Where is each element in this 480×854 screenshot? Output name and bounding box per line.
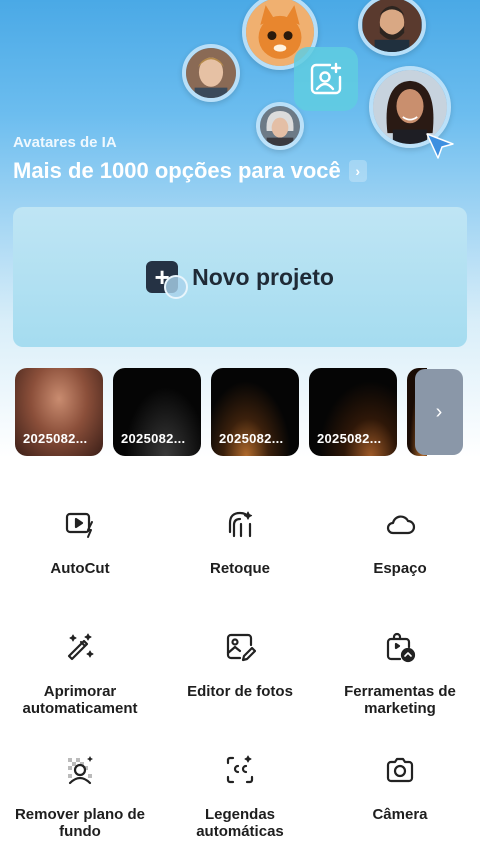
recent-project-thumbnail[interactable]: 2025082...: [15, 368, 103, 456]
recent-projects-list: 2025082... 2025082... 2025082... 2025082…: [15, 368, 480, 456]
old-woman-avatar[interactable]: [256, 102, 304, 150]
banner-title[interactable]: Mais de 1000 opções para você ›: [13, 158, 367, 184]
tool-auto-captions[interactable]: Legendas automáticas: [160, 754, 320, 840]
recent-project-thumbnail[interactable]: 2025082...: [211, 368, 299, 456]
plus-icon: +: [146, 261, 189, 299]
tool-auto-enhance[interactable]: Aprimorar automaticament: [0, 631, 160, 717]
ai-avatar-glyph: [310, 62, 342, 95]
autocut-icon: [65, 512, 93, 538]
banner-subtitle: Avatares de IA: [13, 134, 117, 151]
touch-indicator: [164, 275, 189, 299]
chevron-right-icon: ›: [435, 400, 443, 423]
see-more-projects-button[interactable]: ›: [415, 369, 463, 455]
recent-project-caption: 2025082...: [121, 431, 186, 446]
tool-label: Editor de fotos: [187, 683, 293, 700]
recent-project-caption: 2025082...: [23, 431, 88, 446]
remove-background-icon: [68, 756, 93, 785]
tool-marketing[interactable]: Ferramentas de marketing: [320, 631, 480, 717]
cloud-icon: [386, 515, 416, 535]
man-avatar-image: [186, 48, 236, 98]
tool-label: Aprimorar automaticament: [22, 683, 138, 717]
tool-label: Legendas automáticas: [196, 806, 284, 840]
captions-icon: [226, 755, 254, 784]
bearded-man-avatar-image: [362, 0, 422, 52]
recent-project-thumbnail[interactable]: 2025082...: [309, 368, 397, 456]
man-avatar[interactable]: [182, 44, 240, 102]
new-project-label: Novo projeto: [192, 263, 334, 290]
recent-project-caption: 2025082...: [317, 431, 382, 446]
bearded-man-avatar[interactable]: [358, 0, 426, 56]
tool-label: Câmera: [372, 806, 428, 823]
banner-title-text: Mais de 1000 opções para você: [13, 158, 341, 183]
camera-icon: [386, 757, 414, 783]
tool-autocut[interactable]: AutoCut: [0, 508, 160, 577]
tool-label: Remover plano de fundo: [14, 806, 146, 840]
chevron-right-icon[interactable]: ›: [348, 160, 367, 182]
ai-avatar-icon[interactable]: [294, 47, 358, 111]
tool-label: Ferramentas de marketing: [344, 683, 456, 717]
retouch-icon: [228, 511, 253, 538]
pointer-cursor-icon: [426, 133, 454, 159]
new-project-button[interactable]: + Novo projeto: [13, 207, 467, 347]
marketing-icon: [386, 632, 416, 663]
recent-project-caption: 2025082...: [219, 431, 284, 446]
photo-editor-icon: [226, 633, 256, 662]
tool-remove-background[interactable]: Remover plano de fundo: [0, 754, 160, 840]
tool-label: AutoCut: [50, 560, 110, 577]
tool-space[interactable]: Espaço: [320, 508, 480, 577]
tool-camera[interactable]: Câmera: [320, 754, 480, 823]
old-woman-avatar-image: [260, 106, 300, 146]
recent-project-thumbnail[interactable]: 2025082...: [113, 368, 201, 456]
tool-retouch[interactable]: Retoque: [160, 508, 320, 577]
tool-label: Espaço: [373, 560, 427, 577]
tool-label: Retoque: [210, 560, 270, 577]
tool-photo-editor[interactable]: Editor de fotos: [160, 631, 320, 700]
magic-wand-icon: [67, 633, 94, 661]
